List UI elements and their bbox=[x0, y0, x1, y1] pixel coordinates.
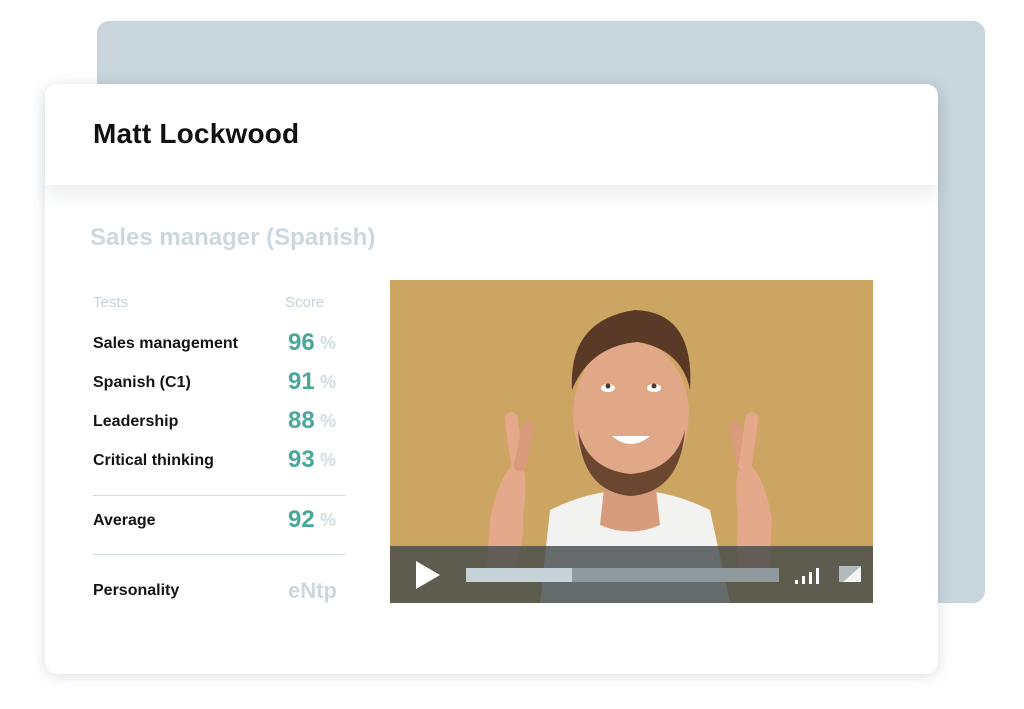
percent-sign: % bbox=[320, 510, 337, 530]
volume-icon[interactable] bbox=[794, 564, 824, 584]
candidate-card: Matt Lockwood Sales manager (Spanish) Te… bbox=[45, 84, 938, 674]
personality-row: Personality eNtp bbox=[93, 576, 353, 606]
percent-sign: % bbox=[320, 450, 337, 470]
average-label: Average bbox=[93, 512, 156, 529]
average-row: Average 92 % bbox=[93, 506, 353, 536]
percent-sign: % bbox=[320, 411, 337, 431]
video-controls bbox=[390, 546, 873, 603]
test-row-sales-management: Sales management 96 % bbox=[93, 329, 353, 359]
job-title: Sales manager (Spanish) bbox=[90, 224, 376, 251]
test-score: 96 bbox=[288, 329, 315, 356]
average-score: 92 bbox=[288, 506, 315, 533]
tests-column-header: Tests bbox=[93, 294, 129, 311]
card-header: Matt Lockwood bbox=[45, 84, 938, 185]
test-label: Leadership bbox=[93, 413, 179, 430]
divider bbox=[93, 495, 346, 496]
divider bbox=[93, 554, 346, 555]
test-score: 88 bbox=[288, 407, 315, 434]
test-score: 91 bbox=[288, 368, 315, 395]
test-row-leadership: Leadership 88 % bbox=[93, 407, 353, 437]
test-label: Critical thinking bbox=[93, 452, 214, 469]
candidate-name: Matt Lockwood bbox=[93, 118, 300, 149]
personality-label: Personality bbox=[93, 582, 180, 599]
test-row-critical-thinking: Critical thinking 93 % bbox=[93, 446, 353, 476]
percent-sign: % bbox=[320, 372, 337, 392]
percent-sign: % bbox=[320, 333, 337, 353]
video-player[interactable] bbox=[390, 280, 873, 603]
score-column-header: Score bbox=[285, 294, 325, 311]
test-score: 93 bbox=[288, 446, 315, 473]
test-row-spanish: Spanish (C1) 91 % bbox=[93, 368, 353, 398]
progress-bar[interactable] bbox=[466, 568, 779, 582]
play-icon[interactable] bbox=[410, 559, 442, 591]
progress-fill bbox=[466, 568, 573, 582]
fullscreen-icon[interactable] bbox=[839, 566, 861, 582]
test-label: Sales management bbox=[93, 335, 238, 352]
test-label: Spanish (C1) bbox=[93, 374, 191, 391]
personality-type: eNtp bbox=[288, 578, 337, 603]
